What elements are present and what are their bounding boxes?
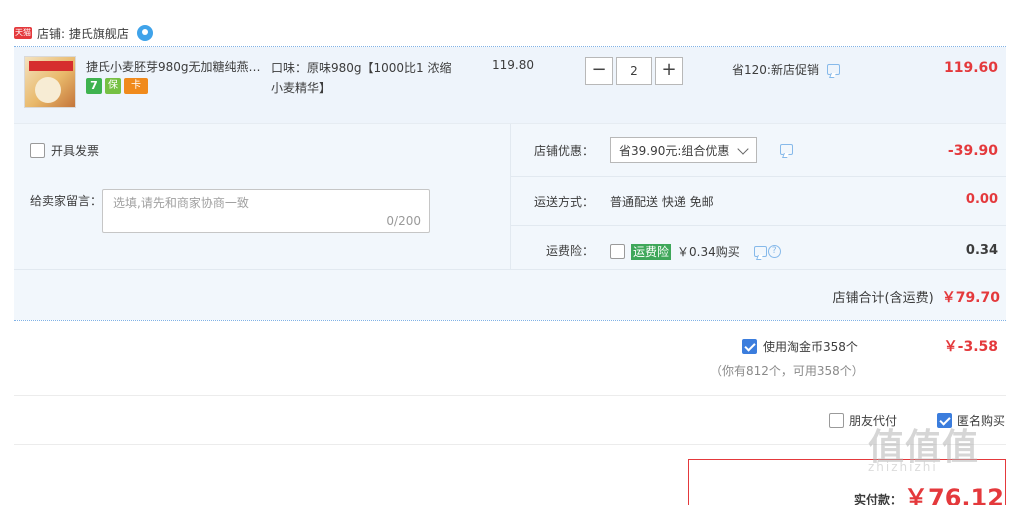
service-badges: 7 保 卡 [86,78,148,94]
insurance-price: ￥0.34购买 [677,245,740,259]
quantity-plus-button[interactable]: + [655,57,683,85]
divider [511,225,1006,226]
invoice-checkbox[interactable] [30,143,45,158]
product-title-link[interactable]: 捷氏小麦胚芽980g无加糖纯燕… [86,58,262,75]
item-promotion: 省120:新店促销 [732,61,840,78]
coin-checkbox[interactable] [742,339,757,354]
divider [14,320,1006,321]
memo-box: 0/200 [102,189,430,233]
shop-discount-amount: -39.90 [947,143,998,159]
guarantee-icon[interactable]: 保 [105,78,121,94]
credit-card-icon[interactable]: 卡 [124,78,148,94]
product-thumbnail[interactable] [24,56,76,108]
item-subtotal: 119.60 [943,60,998,76]
watermark-subtext: zhizhizhi [868,460,938,474]
message-icon[interactable] [780,144,793,155]
shop-name-link[interactable]: 店铺: 捷氏旗舰店 [37,25,129,42]
thumbnail-label-shape [29,61,73,71]
divider [14,269,1006,270]
payment-label: 实付款： [854,493,903,505]
friend-pay-checkbox[interactable] [829,413,844,428]
shop-total-amount: ￥79.70 [941,290,1000,306]
coin-label: 使用淘金币358个 [763,340,858,354]
unit-price: 119.80 [492,58,534,72]
invoice-option: 开具发票 [30,142,99,159]
memo-label: 给卖家留言： [30,194,103,208]
shipping-label: 运送方式： [533,195,594,209]
shipping-method: 普通配送 快递 免邮 [610,195,714,209]
seven-day-return-icon[interactable]: 7 [86,78,102,94]
shop-discount-select[interactable]: 省39.90元:组合优惠 [610,137,757,163]
message-icon[interactable] [753,246,767,257]
shop-discount-label: 店铺优惠： [533,144,594,158]
panel-divider [510,124,511,269]
memo-char-count: 0/200 [386,214,421,228]
divider [14,395,1006,396]
payment-amount: ￥76.12 [904,484,1004,505]
coin-discount-amount: ￥-3.58 [943,339,998,355]
divider [14,444,1006,445]
divider [511,176,1006,177]
seller-memo-input[interactable] [113,196,413,210]
insurance-tag: 运费险 [631,243,672,260]
sku-info: 口味：原味980g【1000比1 浓缩小麦精华】 [271,61,452,95]
thumbnail-product-shape [35,77,61,103]
wangwang-chat-icon[interactable] [136,25,153,41]
invoice-label: 开具发票 [51,144,100,158]
quantity-input[interactable]: 2 [616,57,652,85]
shop-header: 天猫 店铺: 捷氏旗舰店 [14,22,153,44]
taobao-coin-option: 使用淘金币358个 [742,338,858,355]
shop-total-label: 店铺合计(含运费) [832,291,934,306]
quantity-stepper: − 2 + [585,57,683,85]
quantity-minus-button[interactable]: − [585,57,613,85]
help-icon[interactable]: ? [767,245,781,258]
shop-total: 店铺合计(含运费) ￥79.70 [700,287,1000,307]
shipping-insurance-option: 运费险 ￥0.34购买 ? [610,243,781,260]
chevron-down-icon [737,143,749,155]
insurance-checkbox[interactable] [610,244,625,259]
coin-balance-note: （你有812个，可用358个） [710,364,864,378]
message-icon[interactable] [826,64,840,75]
shipping-amount: 0.00 [965,192,998,207]
insurance-label: 运费险： [545,244,594,258]
insurance-amount: 0.34 [965,243,998,258]
shop-discount-value: 省39.90元:组合优惠 [619,143,730,158]
tmall-badge: 天猫 [14,27,32,39]
promotion-text: 省120:新店促销 [732,63,819,77]
